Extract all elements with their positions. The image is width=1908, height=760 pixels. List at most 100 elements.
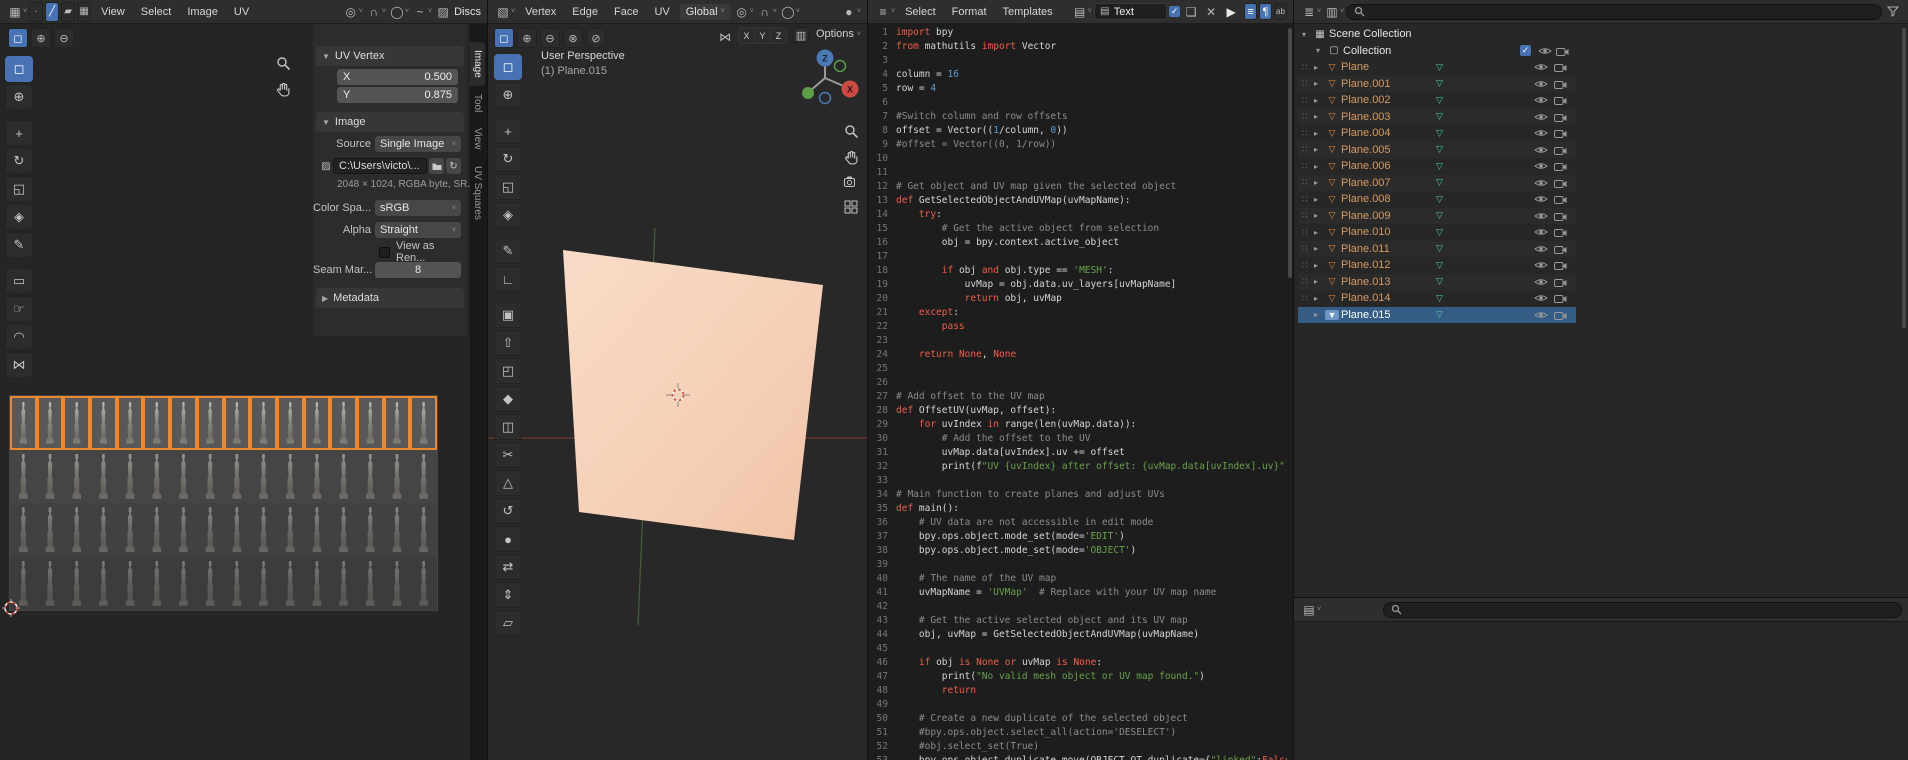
sprite-cell[interactable] (196, 556, 224, 610)
sprite-cell[interactable] (143, 449, 171, 503)
code-line[interactable]: 15 # Get the active object from selectio… (868, 223, 1287, 237)
sprite-cell[interactable] (90, 503, 117, 557)
sprite-cell[interactable] (170, 503, 197, 557)
transform-orientation-dropdown[interactable]: Global ˅ (679, 3, 731, 20)
sprite-cell[interactable] (90, 556, 117, 610)
sprite-cell[interactable] (383, 449, 411, 503)
text-scrollbar[interactable] (1288, 28, 1292, 278)
uv-vertex-y-field[interactable]: Y 0.875 (337, 87, 458, 103)
outliner-row-plane.014[interactable]: ∷ ▸ ▽ Plane.014 ▽ (1298, 290, 1576, 307)
shading-sphere-icon[interactable]: ● (840, 3, 858, 21)
tool-transform[interactable]: ◈ (5, 204, 33, 230)
code-line[interactable]: 10 (868, 153, 1287, 167)
disable-render-toggle[interactable] (1554, 244, 1567, 254)
disable-render-toggle[interactable] (1554, 112, 1567, 122)
sprite-cell[interactable] (356, 449, 384, 503)
code-line[interactable]: 42 (868, 601, 1287, 615)
tool-select-box[interactable]: ◻ (494, 54, 522, 80)
select-mode-invert-icon[interactable]: ⊗ (563, 28, 583, 48)
outliner-row-plane.010[interactable]: ∷ ▸ ▽ Plane.010 ▽ (1298, 224, 1576, 241)
pivot-point-icon[interactable]: ◎ (342, 3, 360, 21)
code-line[interactable]: 2 from mathutils import Vector (868, 41, 1287, 55)
sprite-cell[interactable] (63, 449, 91, 503)
sprite-sheet-texture[interactable] (9, 395, 438, 611)
code-line[interactable]: 34 # Main function to create planes and a… (868, 489, 1287, 503)
menu-format[interactable]: Format (944, 4, 995, 20)
code-line[interactable]: 44 obj, uvMap = GetSelectedObjectAndUVMa… (868, 629, 1287, 643)
menu-uv[interactable]: UV (226, 4, 257, 20)
active-tool-icon[interactable]: ◻ (494, 28, 514, 48)
sprite-cell[interactable] (196, 449, 224, 503)
code-line[interactable]: 47 print("No valid mesh object or UV map… (868, 671, 1287, 685)
secondary-search-input[interactable] (1383, 601, 1902, 618)
sprite-cell[interactable] (116, 503, 144, 557)
sprite-cell[interactable] (303, 556, 331, 610)
disable-render-toggle[interactable] (1554, 161, 1567, 172)
code-line[interactable]: 6 (868, 97, 1287, 111)
uv-select-mode-vertex-icon[interactable]: ∙ (29, 1, 44, 22)
sidebar-tab-image[interactable]: Image (470, 42, 485, 86)
sprite-cell[interactable] (116, 449, 144, 503)
code-line[interactable]: 51 #bpy.ops.object.select_all(action='DE… (868, 727, 1287, 741)
hide-viewport-toggle[interactable] (1534, 277, 1548, 287)
mirror-y-button[interactable]: Y (755, 28, 770, 43)
orthographic-toggle-icon[interactable] (840, 196, 862, 218)
run-script-button[interactable]: ▶ (1222, 3, 1240, 21)
code-line[interactable]: 13 def GetSelectedObjectAndUVMap(uvMapNam… (868, 195, 1287, 209)
hide-viewport-toggle[interactable] (1534, 260, 1548, 270)
code-line[interactable]: 25 (868, 363, 1287, 377)
outliner-row-plane.006[interactable]: ∷ ▸ ▽ Plane.006 ▽ (1298, 158, 1576, 175)
gizmo-neg-z-axis[interactable] (818, 91, 832, 105)
hide-viewport-toggle[interactable] (1534, 310, 1548, 320)
pan-hand-icon[interactable] (840, 146, 862, 168)
register-checkbox[interactable]: ✓ (1169, 6, 1181, 17)
disable-render-toggle[interactable] (1554, 260, 1567, 271)
tool-move[interactable]: + (494, 118, 522, 144)
panel-metadata-header[interactable]: ▶ Metadata (316, 288, 464, 308)
menu-image[interactable]: Image (179, 4, 226, 20)
tool-loop-cut[interactable]: ◫ (494, 414, 522, 440)
tool-bevel[interactable]: ◆ (494, 386, 522, 412)
code-line[interactable]: 48 return (868, 685, 1287, 699)
plane-mesh[interactable] (563, 250, 823, 540)
code-line[interactable]: 32 print(f"UV {uvIndex} after offset: {u… (868, 461, 1287, 475)
hide-viewport-toggle[interactable] (1534, 112, 1548, 122)
outliner-row-plane.009[interactable]: ∷ ▸ ▽ Plane.009 ▽ (1298, 207, 1576, 224)
datablock-browse-icon[interactable]: ▤ (1071, 3, 1089, 21)
navigation-gizmo[interactable]: Z X (798, 46, 862, 110)
code-line[interactable]: 20 return obj, uvMap (868, 293, 1287, 307)
code-line[interactable]: 49 (868, 699, 1287, 713)
tool-extrude[interactable]: ⇧ (494, 330, 522, 356)
scene-canvas[interactable] (488, 0, 867, 760)
tool-cursor[interactable]: ⊕ (494, 82, 522, 108)
sprite-cell[interactable] (410, 503, 437, 557)
seam-margin-field[interactable]: 8 (375, 262, 461, 278)
sprite-cell[interactable] (410, 556, 437, 610)
select-mode-subtract-button[interactable]: ⊖ (54, 28, 74, 48)
code-line[interactable]: 37 bpy.ops.object.mode_set(mode='EDIT') (868, 531, 1287, 545)
tool-poly-build[interactable]: △ (494, 470, 522, 496)
tool-measure[interactable]: ∟ (494, 266, 522, 292)
menu-view[interactable]: View (93, 4, 133, 20)
outliner-row-collection[interactable]: ▾ ▢ Collection ✓ (1298, 43, 1576, 60)
code-line[interactable]: 35 def main(): (868, 503, 1287, 517)
outliner-row-plane.007[interactable]: ∷ ▸ ▽ Plane.007 ▽ (1298, 174, 1576, 191)
proportional-edit-icon[interactable]: ◯ (388, 3, 406, 21)
code-line[interactable]: 12 # Get object and UV map given the sele… (868, 181, 1287, 195)
uv-island-selected[interactable] (116, 396, 144, 450)
outliner-row-plane.015[interactable]: ∷ ▸ ▼ Plane.015 ▽ (1298, 306, 1576, 323)
code-line[interactable]: 7 #Switch column and row offsets (868, 111, 1287, 125)
uv-select-mode-island-icon[interactable]: ▦ (77, 1, 92, 22)
uv-island-selected[interactable] (143, 396, 171, 450)
disable-render-toggle[interactable] (1554, 211, 1567, 221)
code-line[interactable]: 29 for uvIndex in range(len(uvMap.data))… (868, 419, 1287, 433)
uv-island-selected[interactable] (356, 396, 384, 450)
sprite-cell[interactable] (10, 449, 37, 503)
view-as-render-checkbox[interactable] (379, 246, 390, 258)
sprite-cell[interactable] (223, 449, 251, 503)
tool-shrink-fatten[interactable]: ⇕ (494, 582, 522, 608)
disable-render-toggle[interactable] (1554, 145, 1567, 155)
code-line[interactable]: 31 uvMap.data[uvIndex].uv += offset (868, 447, 1287, 461)
sprite-cell[interactable] (356, 556, 384, 610)
hide-viewport-toggle[interactable] (1534, 128, 1548, 138)
